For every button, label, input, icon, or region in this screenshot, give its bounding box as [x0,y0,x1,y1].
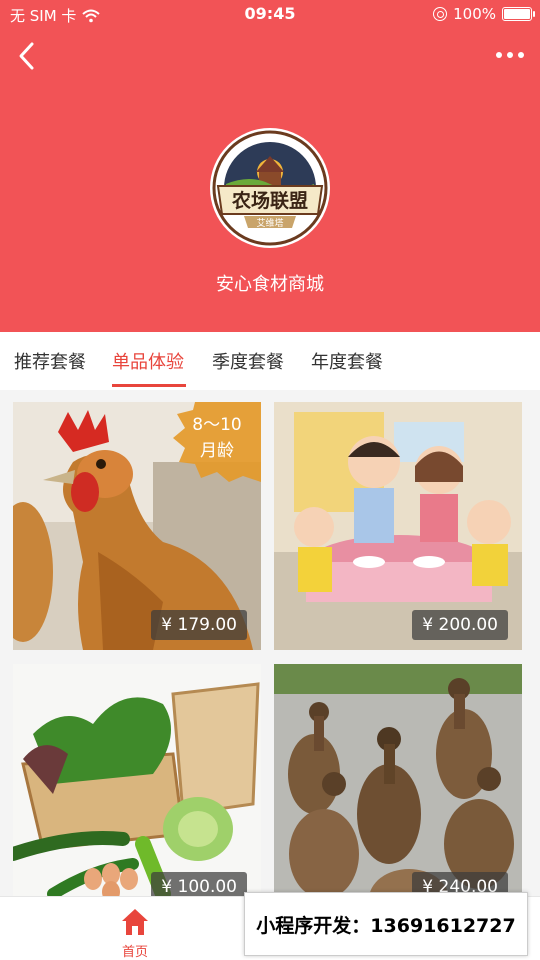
status-bar: 无 SIM 卡 09:45 100% [0,0,540,30]
more-dot [496,52,502,58]
store-logo-image: 农场联盟 艾维塔 [212,130,328,246]
store-name: 安心食材商城 [216,274,324,295]
logo-subtitle: 艾维塔 [256,217,283,229]
price-tag: ¥ 179.00 [151,610,247,640]
logo-title: 农场联盟 [231,189,308,212]
category-tabs: 推荐套餐 单品体验 季度套餐 年度套餐 [0,332,540,390]
tab-single-item[interactable]: 单品体验 [112,348,184,374]
orientation-lock-icon [433,7,448,21]
product-card-vegetables[interactable]: ¥ 100.00 [13,664,261,912]
tab-recommended[interactable]: 推荐套餐 [14,348,86,374]
nav-home-label: 首页 [121,945,148,960]
home-icon [122,909,148,935]
product-card-chicken[interactable]: 8～10 月龄 ¥ 179.00 [13,402,261,650]
store-header: 无 SIM 卡 09:45 100% 农场联盟 艾维塔 安心食材商城 [0,0,540,332]
age-badge-line1: 8～10 [192,415,242,435]
active-tab-indicator [112,384,186,387]
more-dot [507,52,513,58]
product-card-ducks[interactable]: ¥ 240.00 [274,664,522,912]
price-tag: ¥ 200.00 [412,610,508,640]
more-button[interactable] [488,38,532,72]
age-badge-line2: 月龄 [200,441,234,461]
store-logo: 农场联盟 艾维塔 [210,128,330,248]
promo-banner: 小程序开发：13691612727 [244,892,528,956]
more-dot [518,52,524,58]
battery-icon [502,7,535,21]
chevron-left-icon [19,42,34,70]
status-right-group: 100% [433,5,535,23]
tab-quarterly[interactable]: 季度套餐 [212,348,284,374]
battery-fill [504,9,530,19]
product-card-family-meal[interactable]: ¥ 200.00 [274,402,522,650]
battery-percent: 100% [453,5,496,23]
nav-home[interactable]: 首页 [110,905,160,960]
back-button[interactable] [10,38,46,74]
tab-annual[interactable]: 年度套餐 [311,348,383,374]
age-badge: 8～10 月龄 [173,402,261,482]
